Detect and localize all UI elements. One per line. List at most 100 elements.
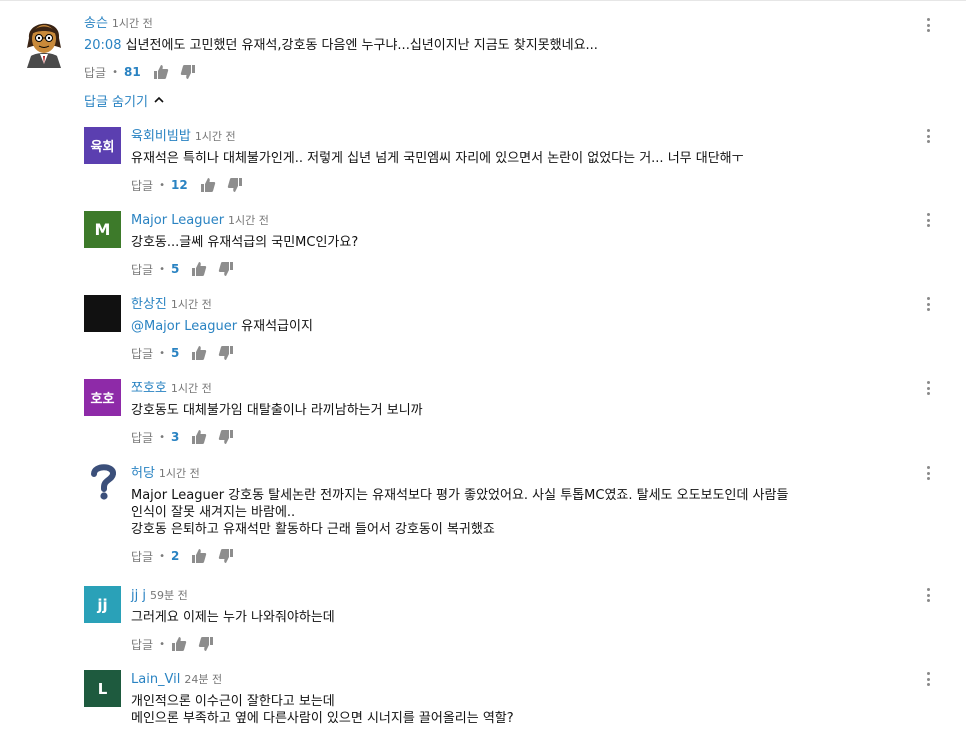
- comment-author[interactable]: 한상진: [131, 297, 167, 312]
- thumbs-up-icon[interactable]: [191, 548, 207, 564]
- comment-line: 유재석은 특히나 대체불가인게.. 저렇게 십년 넘게 국민엠씨 자리에 있으면…: [131, 151, 744, 166]
- avatar[interactable]: 육회: [84, 127, 121, 164]
- avatar[interactable]: M: [84, 211, 121, 248]
- comment-author[interactable]: jj j: [131, 588, 146, 603]
- like-count: 5: [171, 346, 180, 360]
- avatar[interactable]: [84, 295, 121, 332]
- kebab-menu-icon[interactable]: [924, 670, 932, 688]
- like-count: 5: [171, 262, 180, 276]
- separator-dot: •: [159, 263, 165, 275]
- separator-dot: •: [159, 179, 165, 191]
- avatar[interactable]: jj: [84, 586, 121, 623]
- reply-button[interactable]: 답글: [131, 177, 153, 194]
- chevron-up-icon: [154, 96, 164, 103]
- comment-header: Major Leaguer 1시간 전: [131, 209, 358, 228]
- comment-author[interactable]: 쪼호호: [131, 381, 167, 396]
- comment-actions: 답글 • 2: [131, 547, 788, 565]
- reply-button[interactable]: 답글: [131, 429, 153, 446]
- comment-author[interactable]: 허당: [131, 466, 155, 481]
- comment-author[interactable]: 육회비빔밥: [131, 129, 191, 144]
- kebab-menu-icon[interactable]: [924, 295, 932, 313]
- comment-time[interactable]: 1시간 전: [195, 130, 236, 143]
- avatar[interactable]: 호호: [84, 379, 121, 416]
- comment-body: 송슨 1시간 전 20:08 십년전에도 고민했던 유재석,강호동 다음엔 누구냐…: [84, 12, 598, 81]
- kebab-menu-icon[interactable]: [924, 16, 932, 34]
- thumbs-up-icon[interactable]: [200, 177, 216, 193]
- comment-time[interactable]: 1시간 전: [159, 467, 200, 480]
- comment-time[interactable]: 1시간 전: [228, 214, 269, 227]
- reply-button[interactable]: 답글: [131, 636, 153, 653]
- comment-line: 그러게요 이제는 누가 나와줘야하는데: [131, 610, 335, 625]
- avatar-initials: 호호: [90, 392, 115, 407]
- comment-text: @Major Leaguer 유재석급이지: [131, 318, 313, 335]
- comment-line: 유재석급이지: [237, 319, 313, 334]
- avatar-initials: M: [94, 220, 111, 239]
- thumbs-up-icon[interactable]: [191, 345, 207, 361]
- thumbs-down-icon[interactable]: [218, 345, 234, 361]
- avatar-initials: L: [97, 679, 108, 698]
- comment-author[interactable]: Major Leaguer: [131, 213, 224, 228]
- thumbs-up-icon[interactable]: [191, 261, 207, 277]
- comment-text: 유재석은 특히나 대체불가인게.. 저렇게 십년 넘게 국민엠씨 자리에 있으면…: [131, 150, 744, 167]
- avatar[interactable]: [84, 462, 121, 502]
- reply-button[interactable]: 답글: [131, 548, 153, 565]
- separator-dot: •: [159, 347, 165, 359]
- thumbs-down-icon[interactable]: [180, 64, 196, 80]
- kebab-menu-icon[interactable]: [924, 379, 932, 397]
- comment-time[interactable]: 1시간 전: [112, 17, 153, 30]
- separator-dot: •: [112, 66, 118, 78]
- like-count: 3: [171, 430, 180, 444]
- comment-time[interactable]: 1시간 전: [171, 298, 212, 311]
- comment-body: 쪼호호 1시간 전 강호동도 대체불가임 대탈출이나 라끼남하는거 보니까 답글 …: [131, 377, 423, 446]
- comment-body: 한상진 1시간 전 @Major Leaguer 유재석급이지 답글 • 5: [131, 293, 313, 362]
- reply-button[interactable]: 답글: [84, 64, 106, 81]
- comment-body: 허당 1시간 전 Major Leaguer 강호동 탈세논란 전까지는 유재석보…: [131, 462, 788, 565]
- kebab-menu-icon[interactable]: [924, 127, 932, 145]
- comment-actions: 답글 •: [131, 635, 335, 653]
- comment-text: 강호동...글쎄 유재석급의 국민MC인가요?: [131, 234, 358, 251]
- comments-page: 송슨 1시간 전 20:08 십년전에도 고민했던 유재석,강호동 다음엔 누구냐…: [0, 0, 966, 731]
- separator-dot: •: [159, 550, 165, 562]
- comment-author[interactable]: 송슨: [84, 16, 108, 31]
- comment-actions: 답글 • 81: [84, 63, 598, 81]
- comment-line: 강호동 은퇴하고 유재석만 활동하다 근래 들어서 강호동이 복귀했죠: [131, 522, 495, 537]
- comment-line: 개인적으론 이수근이 잘한다고 보는데: [131, 694, 335, 709]
- comment-line: 강호동...글쎄 유재석급의 국민MC인가요?: [131, 235, 359, 250]
- comment-body: Lain_Vil 24분 전 개인적으론 이수근이 잘한다고 보는데 메인으론 부…: [131, 668, 514, 727]
- avatar-initials: 육회: [90, 140, 115, 155]
- reply-button[interactable]: 답글: [131, 345, 153, 362]
- avatar[interactable]: L: [84, 670, 121, 707]
- avatar[interactable]: [23, 14, 65, 68]
- mention-link[interactable]: @Major Leaguer: [131, 319, 237, 334]
- thumbs-up-icon[interactable]: [191, 429, 207, 445]
- comment-actions: 답글 • 5: [131, 260, 358, 278]
- comment-line: 메인으론 부족하고 옆에 다른사람이 있으면 시너지를 끌어올리는 역할?: [131, 711, 514, 726]
- avatar-initials: jj: [97, 595, 108, 614]
- hide-replies-label: 답글 숨기기: [84, 94, 148, 110]
- comment-body: 육회비빔밥 1시간 전 유재석은 특히나 대체불가인게.. 저렇게 십년 넘게 국…: [131, 125, 744, 194]
- thumbs-down-icon[interactable]: [218, 429, 234, 445]
- comment-line: Major Leaguer 강호동 탈세논란 전까지는 유재석보다 평가 좋았었…: [131, 488, 789, 503]
- thumbs-up-icon[interactable]: [153, 64, 169, 80]
- divider: [0, 0, 966, 1]
- hide-replies-button[interactable]: 답글 숨기기: [84, 91, 164, 110]
- comment-body: Major Leaguer 1시간 전 강호동...글쎄 유재석급의 국민MC인가…: [131, 209, 358, 278]
- kebab-menu-icon[interactable]: [924, 464, 932, 482]
- like-count: 2: [171, 549, 180, 563]
- comment-actions: 답글 • 3: [131, 428, 423, 446]
- thumbs-down-icon[interactable]: [218, 548, 234, 564]
- comment-time[interactable]: 24분 전: [184, 673, 222, 686]
- comment-author[interactable]: Lain_Vil: [131, 672, 180, 687]
- comment-line: 인식이 잘못 새겨지는 바람에..: [131, 505, 296, 520]
- thumbs-up-icon[interactable]: [171, 636, 187, 652]
- comment-header: 쪼호호 1시간 전: [131, 377, 423, 396]
- reply-button[interactable]: 답글: [131, 261, 153, 278]
- thumbs-down-icon[interactable]: [227, 177, 243, 193]
- comment-time[interactable]: 59분 전: [150, 589, 188, 602]
- kebab-menu-icon[interactable]: [924, 211, 932, 229]
- thumbs-down-icon[interactable]: [218, 261, 234, 277]
- timestamp-link[interactable]: 20:08: [84, 38, 121, 53]
- thumbs-down-icon[interactable]: [198, 636, 214, 652]
- kebab-menu-icon[interactable]: [924, 586, 932, 604]
- comment-time[interactable]: 1시간 전: [171, 382, 212, 395]
